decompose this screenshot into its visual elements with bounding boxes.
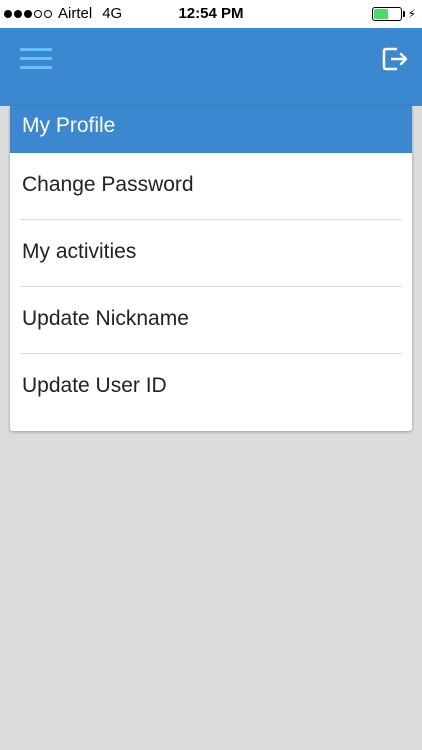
menu-item-update-nickname[interactable]: Update Nickname bbox=[10, 287, 412, 354]
charging-bolt-icon: ⚡ bbox=[407, 7, 416, 21]
app-bar bbox=[0, 28, 422, 106]
battery-indicator: ⚡ bbox=[371, 7, 416, 21]
menu-item-change-password[interactable]: Change Password bbox=[10, 153, 412, 220]
menu-item-my-activities[interactable]: My activities bbox=[10, 220, 412, 287]
menu-line bbox=[20, 57, 52, 60]
battery-fill bbox=[373, 9, 388, 19]
status-bar: Airtel 4G 12:54 PM ⚡ bbox=[0, 0, 422, 28]
card-header-my-profile: My Profile bbox=[10, 106, 412, 153]
logout-icon[interactable] bbox=[380, 44, 410, 74]
profile-card: My Profile Change Password My activities… bbox=[10, 106, 412, 431]
profile-menu-list: Change Password My activities Update Nic… bbox=[10, 153, 412, 421]
menu-line bbox=[20, 48, 52, 51]
logout-icon-svg bbox=[382, 47, 408, 71]
hamburger-menu-icon[interactable] bbox=[20, 46, 54, 72]
battery-tip bbox=[402, 11, 405, 17]
status-time: 12:54 PM bbox=[178, 5, 244, 22]
menu-line bbox=[20, 66, 52, 69]
menu-item-update-user-id[interactable]: Update User ID bbox=[10, 354, 412, 421]
battery-icon bbox=[371, 7, 402, 21]
